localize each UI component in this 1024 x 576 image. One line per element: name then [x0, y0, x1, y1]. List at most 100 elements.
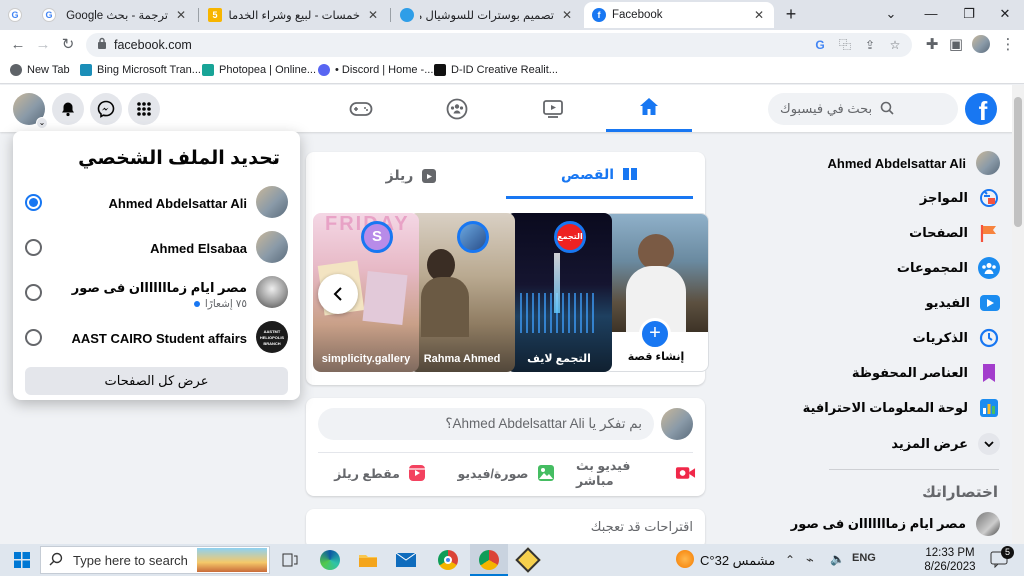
messenger-icon[interactable] — [90, 93, 122, 125]
restore-icon[interactable]: ❐ — [958, 4, 980, 24]
watch-video-icon — [543, 99, 563, 118]
nav-home-tab[interactable] — [606, 85, 692, 132]
sidebar-item-saved[interactable]: العناصر المحفوظة — [800, 356, 1000, 390]
back-arrow-icon[interactable]: ← — [8, 35, 28, 55]
taskbar-search-box[interactable]: Type here to search — [40, 546, 270, 574]
nav-groups-tab[interactable] — [414, 85, 500, 132]
sidebar-item-video[interactable]: الفيديو — [800, 286, 1000, 320]
composer-input[interactable]: بم تفكر يا Ahmed Abdelsattar Ali؟ — [318, 408, 654, 440]
bookmark-bing[interactable]: Bing Microsoft Tran... — [80, 64, 201, 76]
close-icon[interactable]: ✕ — [560, 8, 574, 22]
bookmark-photopea[interactable]: Photopea | Online... — [202, 64, 316, 76]
chrome-active-icon[interactable] — [470, 544, 508, 576]
profile-option[interactable]: Ahmed Elsabaa — [13, 227, 300, 272]
side-panel-icon[interactable]: ▣ — [946, 35, 966, 55]
translate-icon[interactable]: ⿻ — [837, 37, 853, 53]
back-arrow-icon[interactable]: → — [259, 147, 283, 171]
profile-avatar-button[interactable] — [972, 35, 992, 55]
story-avatar — [457, 221, 489, 253]
task-view-icon[interactable] — [278, 549, 302, 571]
share-icon[interactable]: ⇪ — [862, 37, 878, 53]
create-story-card[interactable]: + إنشاء قصة — [603, 213, 709, 372]
radio-selected[interactable] — [25, 194, 42, 211]
google-lens-icon[interactable]: G — [812, 37, 828, 53]
tab-mostaql[interactable]: تصميم بوسترات للسوشيال ميديا | ✕ — [392, 2, 582, 28]
hidden-icons-chevron-icon[interactable]: ⌃ — [785, 553, 795, 567]
scrollbar-thumb[interactable] — [1014, 97, 1022, 227]
menu-kebab-icon[interactable]: ⋮ — [998, 35, 1018, 55]
sidebar-item-see-more[interactable]: عرض المزيد — [800, 427, 1000, 461]
story-card[interactable]: التجمع التجمع لايف — [506, 213, 612, 372]
reload-icon[interactable]: ↻ — [58, 35, 78, 55]
profile-name: Ahmed Abdelsattar Ali — [108, 196, 247, 211]
network-icon[interactable]: ⌁ — [806, 552, 814, 568]
pen-app-icon[interactable] — [515, 547, 541, 573]
unread-dot-icon — [193, 301, 200, 307]
new-tab-button[interactable]: + — [780, 4, 802, 24]
add-story-plus-icon[interactable]: + — [639, 318, 671, 350]
story-card[interactable]: Rahma Ahmed — [409, 213, 515, 372]
stories-prev-button[interactable] — [318, 274, 358, 314]
lock-icon[interactable] — [94, 37, 110, 53]
sidebar-item-memories[interactable]: الذكريات — [800, 321, 1000, 355]
page-scrollbar[interactable] — [1012, 85, 1024, 544]
tab-google-translate[interactable]: G ترجمة - بحث Google ✕ — [34, 2, 196, 28]
weather-sun-icon[interactable] — [676, 550, 694, 568]
radio-unselected[interactable] — [25, 239, 42, 256]
tab-facebook[interactable]: f Facebook ✕ — [584, 2, 774, 28]
profile-option[interactable]: Ahmed Abdelsattar Ali — [13, 182, 300, 227]
profile-switcher-popup: تحديد الملف الشخصي → Ahmed Abdelsattar A… — [13, 131, 300, 400]
sidebar-divider — [829, 469, 999, 470]
bookmark-star-icon[interactable]: ☆ — [887, 37, 903, 53]
sidebar-item-pages[interactable]: الصفحات — [800, 216, 1000, 250]
address-bar[interactable]: facebook.com G ⿻ ⇪ ☆ — [86, 33, 912, 57]
live-video-button[interactable]: فيديو بث مباشر — [576, 458, 696, 488]
profile-name: AAST CAIRO Student affairs — [71, 331, 247, 346]
weather-text[interactable]: مشمس 32°C — [700, 553, 775, 569]
facebook-logo[interactable]: f — [965, 93, 997, 125]
profile-option[interactable]: AAST CAIRO Student affairs AASTMT HELIOP… — [13, 317, 300, 362]
close-icon[interactable]: ✕ — [752, 8, 766, 22]
tab-reels[interactable]: ريلز — [318, 152, 505, 199]
notification-center-icon[interactable]: 5 — [990, 546, 1014, 570]
nav-gaming-tab[interactable] — [318, 85, 404, 132]
see-all-pages-button[interactable]: عرض كل الصفحات — [25, 367, 288, 395]
bookmark-discord[interactable]: • Discord | Home -... — [318, 64, 433, 76]
close-icon[interactable]: ✕ — [174, 8, 188, 22]
forward-arrow-icon[interactable]: → — [33, 35, 53, 55]
shortcut-item[interactable]: مصر ايام زمااااااان فى صور — [780, 507, 1000, 541]
windows-start-icon[interactable] — [10, 549, 34, 571]
file-explorer-icon[interactable] — [356, 549, 380, 571]
minimize-icon[interactable]: — — [920, 4, 942, 24]
bookmark-new-tab[interactable]: New Tab — [10, 64, 70, 76]
facebook-search-input[interactable]: بحث في فيسبوك — [768, 93, 958, 125]
bookmark-did[interactable]: D-ID Creative Realit... — [434, 64, 558, 76]
chrome-icon[interactable] — [436, 549, 460, 571]
fountain-jet — [554, 253, 560, 313]
sidebar-item-groups[interactable]: المجموعات — [800, 251, 1000, 285]
taskbar-clock[interactable]: 12:33 PM 8/26/2023 — [920, 546, 980, 574]
tab-khamsat[interactable]: 5 خمسات - لبيع وشراء الخدمات المصـ ✕ — [200, 2, 388, 28]
profile-option[interactable]: مصر ايام زمااااااان فى صور ٧٥ إشعارًا — [13, 272, 300, 317]
edge-icon[interactable] — [318, 549, 342, 571]
close-icon[interactable]: ✕ — [366, 8, 380, 22]
tab-search-button[interactable]: G — [8, 2, 32, 28]
language-indicator[interactable]: ENG — [852, 552, 876, 564]
menu-grid-icon[interactable] — [128, 93, 160, 125]
radio-unselected[interactable] — [25, 329, 42, 346]
reels-button[interactable]: مقطع ريلز — [320, 458, 440, 488]
tab-stories[interactable]: القصص — [506, 152, 693, 199]
sidebar-item-dashboard[interactable]: لوحة المعلومات الاحترافية — [780, 391, 1000, 425]
window-close-icon[interactable]: ✕ — [994, 4, 1016, 24]
extensions-puzzle-icon[interactable]: ✚ — [922, 35, 942, 55]
notifications-bell-icon[interactable] — [52, 93, 84, 125]
tab-search-chevron-icon[interactable]: ⌄ — [880, 4, 902, 24]
nav-watch-tab[interactable] — [510, 85, 596, 132]
radio-unselected[interactable] — [25, 284, 42, 301]
sidebar-item-profile[interactable]: Ahmed Abdelsattar Ali — [800, 146, 1000, 180]
photo-video-button[interactable]: صورة/فيديو — [446, 458, 566, 488]
sidebar-item-feeds[interactable]: المواجز — [800, 181, 1000, 215]
volume-icon[interactable]: 🔈 — [830, 552, 845, 566]
mail-icon[interactable] — [394, 549, 418, 571]
stories-card: القصص ريلز + إنشاء قصة التجمع التجمع لاي… — [306, 152, 709, 385]
